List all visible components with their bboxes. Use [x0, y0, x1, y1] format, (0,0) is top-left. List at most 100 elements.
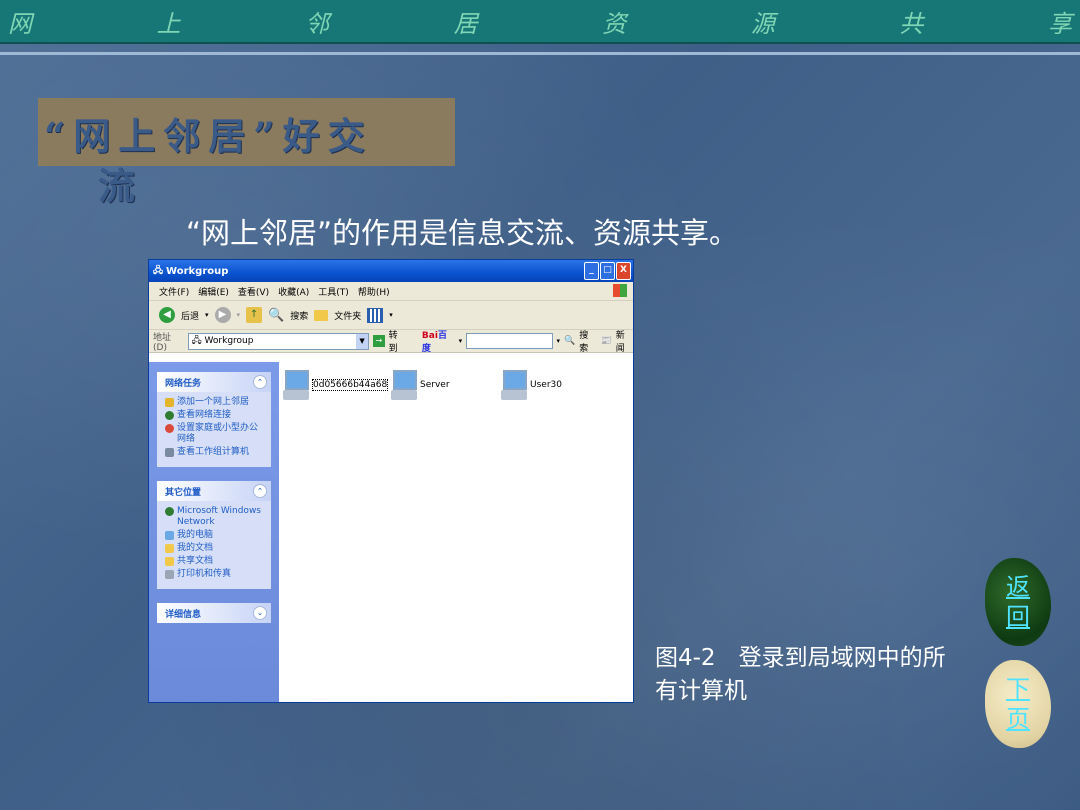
- task-setup-network[interactable]: 设置家庭或小型办公网络: [165, 423, 265, 445]
- close-button[interactable]: X: [616, 262, 631, 280]
- place-ms-network[interactable]: Microsoft Windows Network: [165, 506, 265, 528]
- place-label: 我的电脑: [177, 530, 214, 540]
- add-place-icon: [165, 398, 174, 407]
- place-shared-documents[interactable]: 共享文档: [165, 556, 265, 567]
- globe-icon: [165, 507, 174, 516]
- back-arrow-icon[interactable]: ◀: [159, 307, 175, 323]
- place-label: 共享文档: [177, 556, 214, 566]
- collapse-icon[interactable]: ⌃: [253, 484, 267, 498]
- menu-edit[interactable]: 编辑(E): [198, 285, 229, 298]
- place-my-computer[interactable]: 我的电脑: [165, 530, 265, 541]
- forward-dropdown-icon[interactable]: ▾: [237, 311, 241, 319]
- window-title: Workgroup: [166, 265, 229, 277]
- header-char: 邻: [305, 9, 330, 38]
- other-places-panel: 其它位置 ⌃ Microsoft Windows Network 我的电脑 我的…: [157, 481, 271, 589]
- maximize-button[interactable]: □: [600, 262, 615, 280]
- computer-icon: [501, 368, 527, 402]
- baidu-dropdown-icon[interactable]: ▾: [459, 337, 463, 345]
- back-button[interactable]: 后退: [181, 309, 199, 322]
- go-arrow-icon[interactable]: →: [373, 335, 385, 347]
- menu-file[interactable]: 文件(F): [159, 285, 189, 298]
- task-label: 查看网络连接: [177, 410, 232, 420]
- menu-view[interactable]: 查看(V): [238, 285, 269, 298]
- shared-folder-icon: [165, 557, 174, 566]
- address-dropdown-icon[interactable]: ▼: [356, 333, 369, 349]
- documents-icon: [165, 544, 174, 553]
- header-divider: [0, 52, 1080, 55]
- address-input[interactable]: 🖧 Workgroup ▼: [187, 332, 370, 350]
- baidu-search-button[interactable]: 搜索: [579, 328, 596, 354]
- place-label: Microsoft Windows Network: [177, 506, 261, 527]
- task-view-workgroup[interactable]: 查看工作组计算机: [165, 447, 265, 458]
- next-nav-label-1: 下: [1006, 675, 1030, 703]
- task-label: 设置家庭或小型办公网络: [177, 423, 259, 444]
- setup-network-icon: [165, 424, 174, 433]
- details-title: 详细信息: [165, 609, 202, 620]
- search-icon[interactable]: 🔍: [268, 308, 284, 323]
- address-network-icon: 🖧: [191, 335, 205, 346]
- menu-tools[interactable]: 工具(T): [318, 285, 349, 298]
- computer-item[interactable]: 0d05666b44a68: [283, 368, 389, 402]
- task-add-network-place[interactable]: 添加一个网上邻居: [165, 397, 265, 408]
- views-icon[interactable]: [367, 307, 384, 323]
- network-tasks-header[interactable]: 网络任务 ⌃: [157, 372, 271, 392]
- views-dropdown-icon[interactable]: ▾: [389, 311, 393, 319]
- slide-title: “网上邻居”好交 流: [44, 104, 444, 218]
- collapse-icon[interactable]: ⌃: [253, 375, 267, 389]
- back-nav-label-1: 返: [1006, 573, 1030, 601]
- task-label: 添加一个网上邻居: [177, 397, 250, 407]
- computer-icon: [165, 531, 174, 540]
- go-button[interactable]: 转到: [389, 328, 406, 354]
- network-tasks-title: 网络任务: [165, 378, 202, 389]
- window-titlebar[interactable]: 🖧 Workgroup _ □ X: [149, 260, 633, 282]
- folder-icon[interactable]: [314, 309, 329, 321]
- task-view-connections[interactable]: 查看网络连接: [165, 410, 265, 421]
- details-panel: 详细信息 ⌄: [157, 603, 271, 623]
- connections-icon: [165, 411, 174, 420]
- header-char: 网: [8, 9, 32, 38]
- address-label: 地址(D): [153, 332, 172, 353]
- network-icon: 🖧: [153, 266, 164, 276]
- menu-help[interactable]: 帮助(H): [358, 285, 390, 298]
- next-page-button[interactable]: 下 页: [985, 660, 1051, 748]
- address-value: Workgroup: [204, 335, 254, 346]
- baidu-logo-text: Bai: [421, 331, 438, 341]
- other-places-title: 其它位置: [165, 487, 202, 498]
- computer-item[interactable]: Server: [391, 368, 450, 402]
- baidu-search-dropdown-icon[interactable]: ▾: [557, 337, 561, 345]
- explorer-window: 🖧 Workgroup _ □ X 文件(F) 编辑(E) 查看(V) 收藏(A…: [148, 259, 634, 703]
- forward-arrow-icon[interactable]: ▶: [214, 307, 231, 323]
- back-nav-button[interactable]: 返 回: [985, 558, 1051, 646]
- header-char: 共: [899, 9, 924, 38]
- up-folder-icon[interactable]: ↑: [246, 307, 263, 323]
- menu-favorites[interactable]: 收藏(A): [278, 285, 309, 298]
- header-char: 享: [1047, 9, 1072, 38]
- computer-name: 0d05666b44a68: [312, 379, 389, 391]
- news-icon[interactable]: 📰: [601, 336, 612, 346]
- header-char: 上: [156, 9, 181, 38]
- expand-icon[interactable]: ⌄: [253, 606, 267, 620]
- place-label: 我的文档: [177, 543, 214, 553]
- baidu-search-icon[interactable]: 🔍: [564, 336, 575, 346]
- folders-button[interactable]: 文件夹: [334, 309, 361, 322]
- computer-item[interactable]: User30: [501, 368, 562, 402]
- other-places-header[interactable]: 其它位置 ⌃: [157, 481, 271, 501]
- computer-name: Server: [420, 380, 450, 390]
- computer-name: User30: [530, 380, 562, 390]
- place-my-documents[interactable]: 我的文档: [165, 543, 265, 554]
- place-printers[interactable]: 打印机和传真: [165, 569, 265, 580]
- details-header[interactable]: 详细信息 ⌄: [157, 603, 271, 623]
- minimize-button[interactable]: _: [584, 262, 599, 280]
- printer-icon: [165, 570, 174, 579]
- header-bar: 网 上 邻 居 资 源 共 享: [0, 0, 1080, 44]
- figure-caption: 图4-2 登录到局域网中的所有计算机: [655, 645, 946, 704]
- place-label: 打印机和传真: [177, 569, 232, 579]
- baidu-search-input[interactable]: [466, 333, 553, 349]
- baidu-news-button[interactable]: 新闻: [616, 328, 633, 354]
- back-nav-label-2: 回: [1006, 603, 1030, 631]
- back-dropdown-icon[interactable]: ▾: [205, 311, 209, 319]
- file-list: 0d05666b44a68 Server User30: [279, 362, 633, 702]
- search-button[interactable]: 搜索: [290, 309, 308, 322]
- windows-logo-icon: [613, 284, 627, 297]
- slide-subtitle: “网上邻居”的作用是信息交流、资源共享。: [186, 216, 739, 250]
